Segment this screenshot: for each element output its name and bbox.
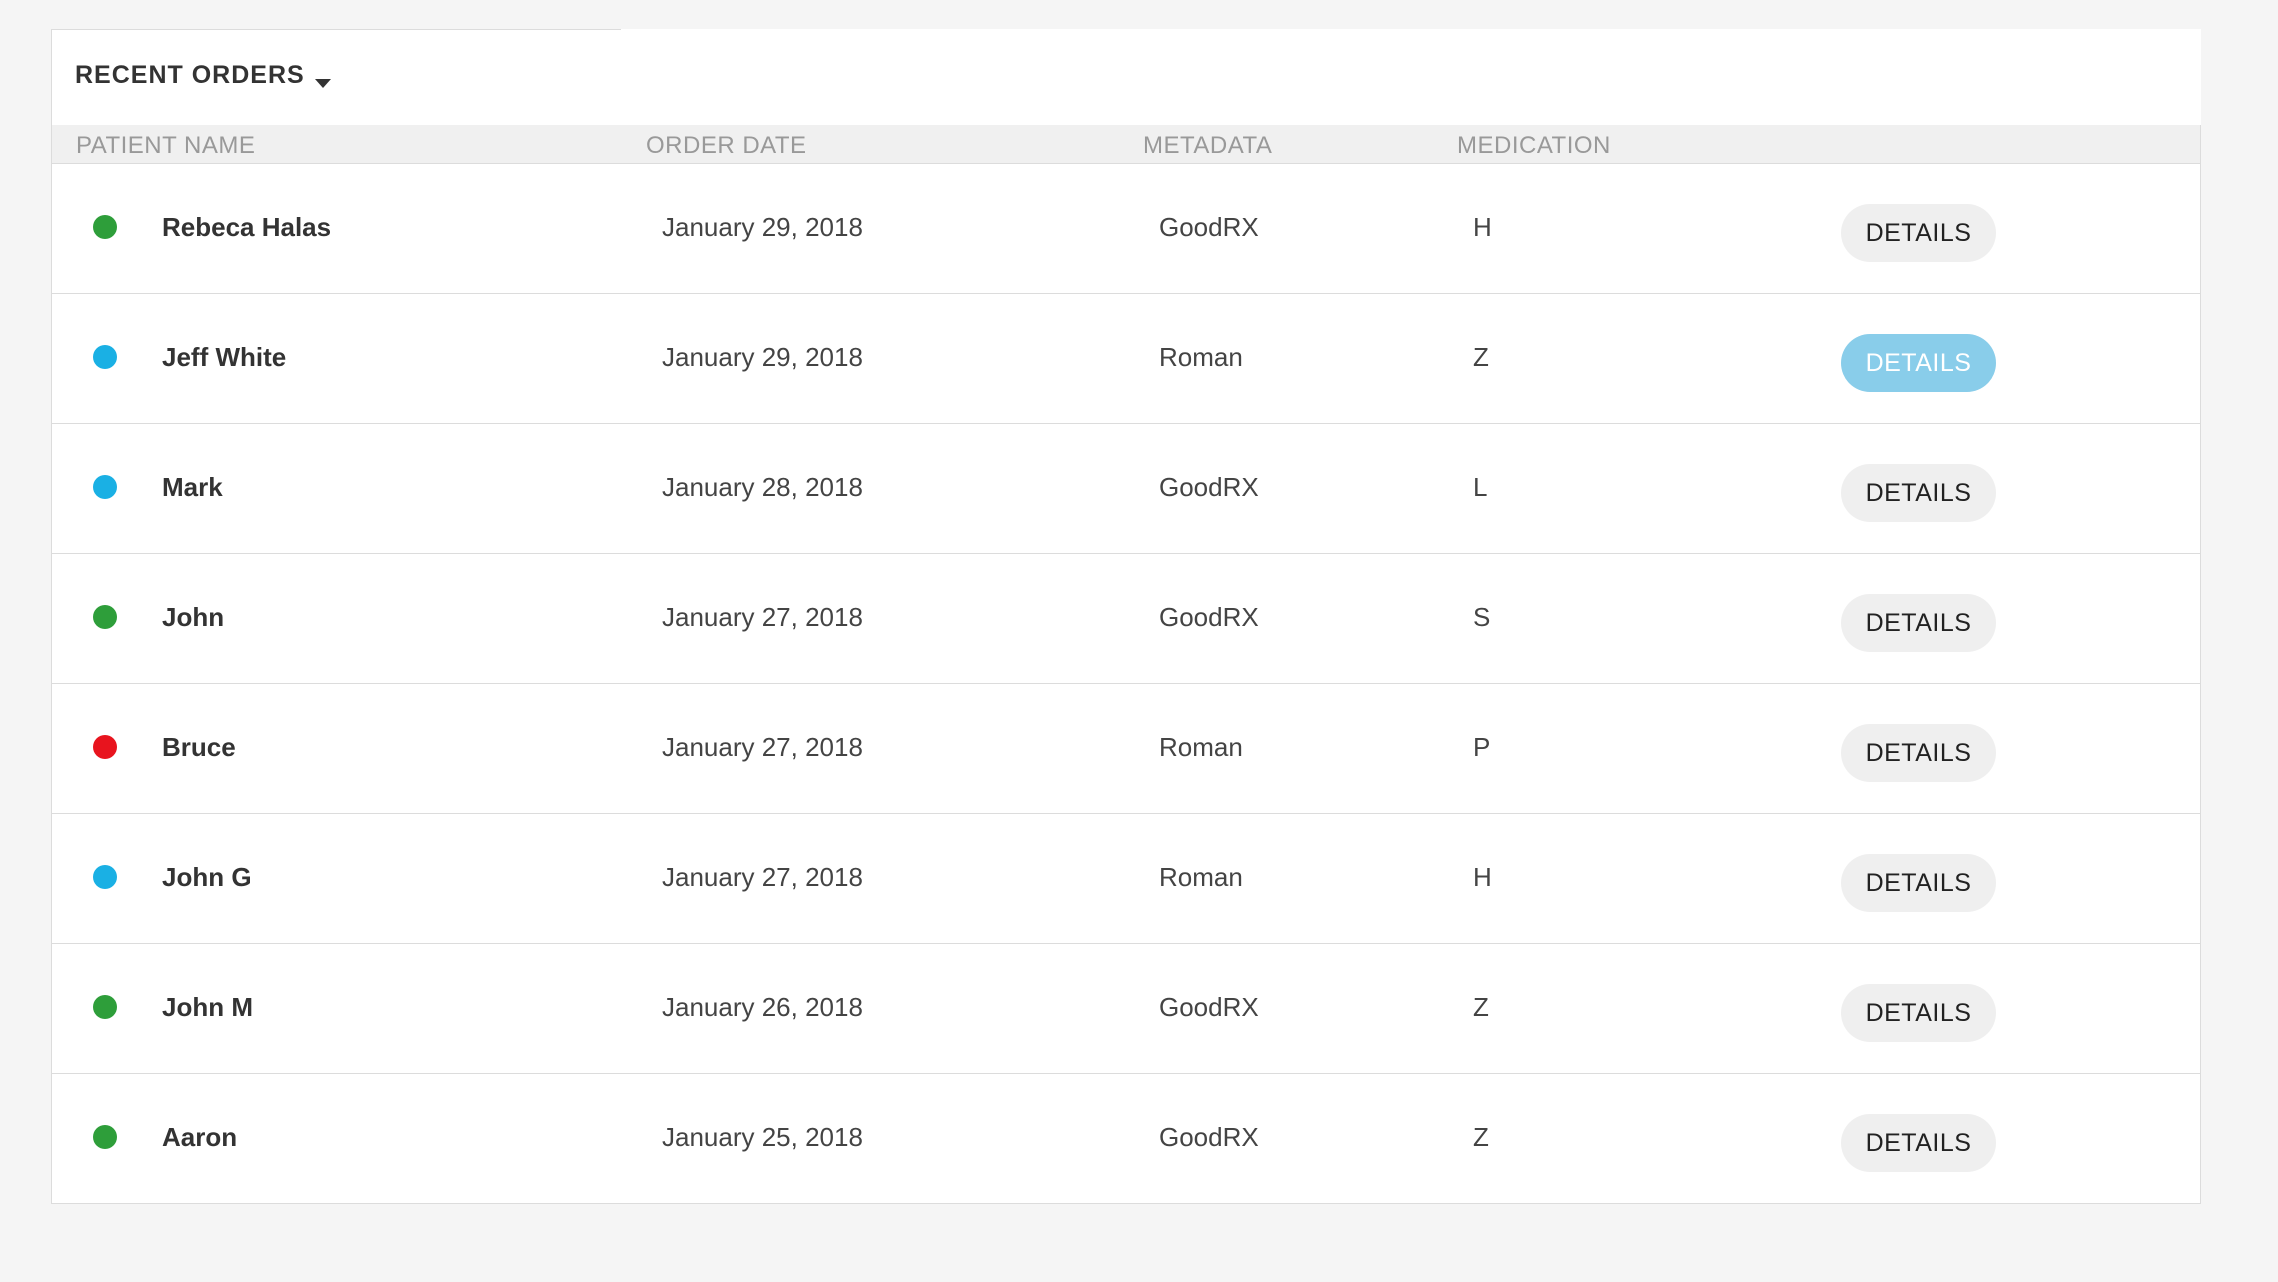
order-metadata: Roman <box>1159 862 1243 892</box>
column-header-order-date[interactable]: ORDER DATE <box>646 132 807 160</box>
order-medication: S <box>1473 602 1491 632</box>
status-dot-icon <box>93 605 117 629</box>
patient-name: Bruce <box>162 732 236 762</box>
table-row: Jeff White January 29, 2018 Roman Z DETA… <box>52 294 2200 424</box>
table-row: Rebeca Halas January 29, 2018 GoodRX H D… <box>52 164 2200 294</box>
order-medication: Z <box>1473 992 1489 1022</box>
patient-name: Jeff White <box>162 342 287 372</box>
order-date: January 27, 2018 <box>662 862 863 892</box>
details-button[interactable]: DETAILS <box>1841 464 1996 522</box>
patient-name: Rebeca Halas <box>162 212 332 242</box>
status-dot-icon <box>93 995 117 1019</box>
table-row: John M January 26, 2018 GoodRX Z DETAILS <box>52 944 2200 1074</box>
table-row: Mark January 28, 2018 GoodRX L DETAILS <box>52 424 2200 554</box>
table-header: PATIENT NAME ORDER DATE METADATA MEDICAT… <box>52 125 2200 164</box>
order-metadata: Roman <box>1159 732 1243 762</box>
caret-down-icon <box>314 79 331 88</box>
patient-name: John G <box>162 862 252 892</box>
column-header-medication[interactable]: MEDICATION <box>1457 132 1611 160</box>
table-row: Bruce January 27, 2018 Roman P DETAILS <box>52 684 2200 814</box>
recent-orders-panel: RECENT ORDERS PATIENT NAME ORDER DATE ME… <box>51 29 2201 1204</box>
order-medication: H <box>1473 862 1492 892</box>
details-button[interactable]: DETAILS <box>1841 984 1996 1042</box>
details-button[interactable]: DETAILS <box>1841 594 1996 652</box>
details-button[interactable]: DETAILS <box>1841 724 1996 782</box>
patient-name: Aaron <box>162 1122 238 1152</box>
status-dot-icon <box>93 865 117 889</box>
order-date: January 27, 2018 <box>662 732 863 762</box>
order-metadata: GoodRX <box>1159 212 1259 242</box>
recent-orders-dropdown[interactable]: RECENT ORDERS <box>75 61 331 90</box>
table-body: Rebeca Halas January 29, 2018 GoodRX H D… <box>52 164 2200 1203</box>
column-header-patient-name[interactable]: PATIENT NAME <box>76 132 255 160</box>
details-button[interactable]: DETAILS <box>1841 854 1996 912</box>
order-date: January 25, 2018 <box>662 1122 863 1152</box>
order-medication: L <box>1473 472 1488 502</box>
table-row: John January 27, 2018 GoodRX S DETAILS <box>52 554 2200 684</box>
order-metadata: GoodRX <box>1159 992 1259 1022</box>
details-button[interactable]: DETAILS <box>1841 1114 1996 1172</box>
table-row: Aaron January 25, 2018 GoodRX Z DETAILS <box>52 1074 2200 1203</box>
details-button[interactable]: DETAILS <box>1841 204 1996 262</box>
orders-table: PATIENT NAME ORDER DATE METADATA MEDICAT… <box>51 125 2201 1204</box>
patient-name: John M <box>162 992 253 1022</box>
column-header-metadata[interactable]: METADATA <box>1143 132 1272 160</box>
order-medication: Z <box>1473 342 1489 372</box>
details-button[interactable]: DETAILS <box>1841 334 1996 392</box>
order-metadata: Roman <box>1159 342 1243 372</box>
status-dot-icon <box>93 1125 117 1149</box>
order-medication: P <box>1473 732 1491 762</box>
order-date: January 27, 2018 <box>662 602 863 632</box>
table-row: John G January 27, 2018 Roman H DETAILS <box>52 814 2200 944</box>
order-medication: H <box>1473 212 1492 242</box>
order-metadata: GoodRX <box>1159 602 1259 632</box>
status-dot-icon <box>93 215 117 239</box>
panel-header: RECENT ORDERS <box>51 29 2201 125</box>
patient-name: John <box>162 602 225 632</box>
order-metadata: GoodRX <box>1159 472 1259 502</box>
patient-name: Mark <box>162 472 223 502</box>
dropdown-label: RECENT ORDERS <box>75 61 305 89</box>
order-date: January 26, 2018 <box>662 992 863 1022</box>
order-date: January 29, 2018 <box>662 342 863 372</box>
order-date: January 28, 2018 <box>662 472 863 502</box>
order-metadata: GoodRX <box>1159 1122 1259 1152</box>
status-dot-icon <box>93 345 117 369</box>
status-dot-icon <box>93 735 117 759</box>
order-date: January 29, 2018 <box>662 212 863 242</box>
status-dot-icon <box>93 475 117 499</box>
order-medication: Z <box>1473 1122 1489 1152</box>
